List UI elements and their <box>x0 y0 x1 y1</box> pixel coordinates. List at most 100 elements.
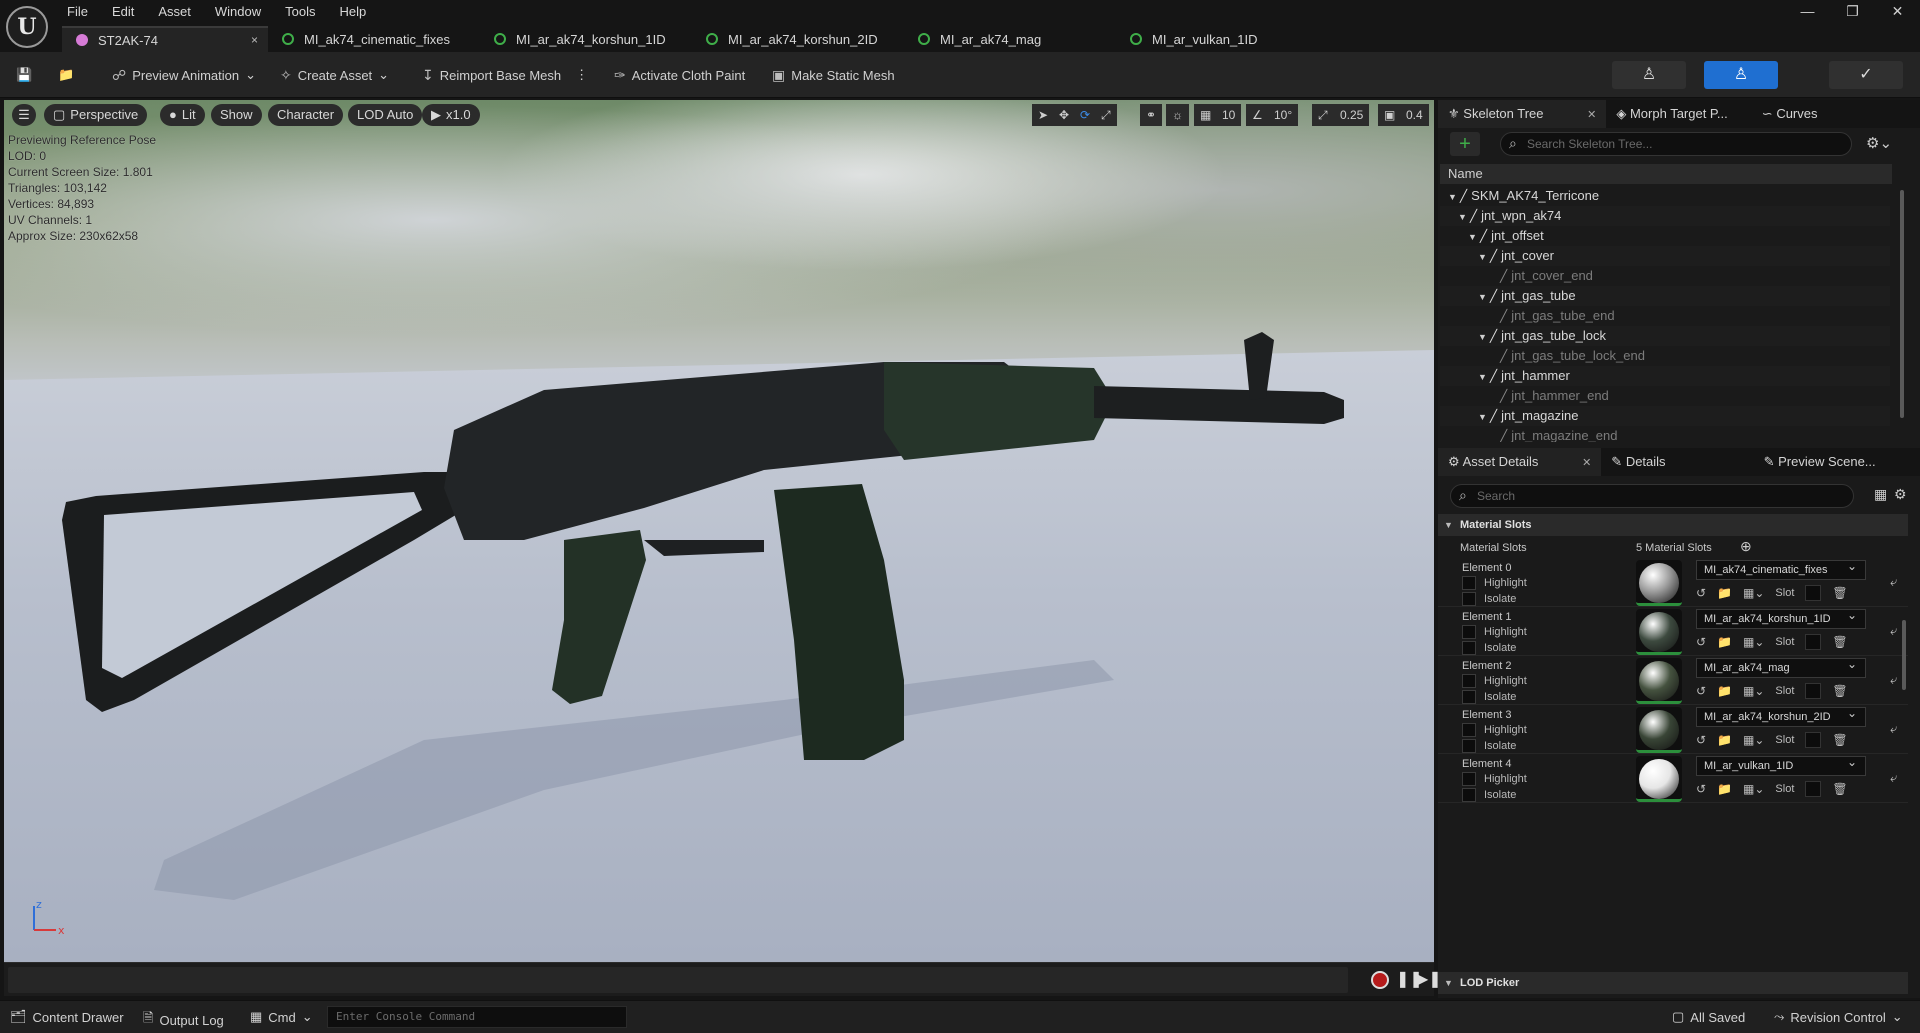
minimize-icon[interactable]: — <box>1785 0 1830 22</box>
tab-mi-ar-ak74-korshun-1id[interactable]: MI_ar_ak74_korshun_1ID <box>480 26 692 52</box>
record-icon[interactable] <box>1371 971 1389 989</box>
close-tab-icon[interactable]: ✕ <box>1587 109 1596 121</box>
isolate-checkbox[interactable] <box>1462 690 1476 704</box>
use-selected-icon[interactable]: ↺ <box>1696 684 1706 698</box>
browse-icon[interactable]: 📁 <box>1717 684 1732 698</box>
perspective-button[interactable]: ▢ Perspective <box>44 104 148 126</box>
isolate-checkbox[interactable] <box>1462 788 1476 802</box>
world-space-icon[interactable]: ⚭ <box>1140 104 1163 126</box>
tree-row[interactable]: ▼ ╱ SKM_AK74_Terricone <box>1440 186 1890 206</box>
reset-icon[interactable]: ⤶ <box>1890 672 1897 688</box>
tab-mi-ar-vulkan-1id[interactable]: MI_ar_vulkan_1ID <box>1116 26 1328 52</box>
tab-curves[interactable]: ∽ Curves <box>1752 100 1828 128</box>
delete-icon[interactable]: 🗑 <box>1832 586 1847 600</box>
close-tab-icon[interactable]: ✕ <box>1582 457 1591 469</box>
tree-row[interactable]: ╱ jnt_gas_tube_end <box>1440 306 1890 326</box>
delete-icon[interactable]: 🗑 <box>1832 782 1847 796</box>
browse-icon[interactable]: 📁 <box>1717 635 1732 649</box>
activate-cloth-paint-button[interactable]: ✑ Activate Cloth Paint <box>614 63 745 87</box>
lit-button[interactable]: ● Lit <box>160 104 205 126</box>
tree-row[interactable]: ╱ jnt_gas_tube_lock_end <box>1440 346 1890 366</box>
tree-row[interactable]: ▼ ╱ jnt_gas_tube <box>1440 286 1890 306</box>
all-saved-button[interactable]: ▢ All Saved <box>1672 1009 1745 1025</box>
expand-arrow-icon[interactable]: ▼ <box>1448 192 1457 202</box>
menu-window[interactable]: Window <box>212 2 273 22</box>
scale-snap-icon[interactable]: ⤢ <box>1312 104 1334 126</box>
highlight-checkbox[interactable] <box>1462 576 1476 590</box>
material-thumbnail[interactable] <box>1636 609 1682 655</box>
isolate-checkbox[interactable] <box>1462 592 1476 606</box>
unreal-logo-icon[interactable]: U <box>6 6 48 48</box>
isolate-checkbox[interactable] <box>1462 739 1476 753</box>
lod-picker-section[interactable]: LOD Picker <box>1438 972 1908 994</box>
reset-icon[interactable]: ⤶ <box>1890 574 1897 590</box>
texture-icon[interactable]: ▦⌄ <box>1743 782 1764 796</box>
tab-mi-ar-ak74-korshun-2id[interactable]: MI_ar_ak74_korshun_2ID <box>692 26 904 52</box>
highlight-checkbox[interactable] <box>1462 625 1476 639</box>
material-dropdown[interactable]: MI_ar_ak74_korshun_1ID <box>1696 606 1866 629</box>
menu-help[interactable]: Help <box>336 2 378 22</box>
character-button[interactable]: Character <box>268 104 344 126</box>
details-search-input[interactable]: Search <box>1450 484 1854 508</box>
close-tab-icon[interactable]: × <box>251 33 258 47</box>
console-input[interactable]: Enter Console Command <box>327 1006 627 1028</box>
delete-icon[interactable]: 🗑 <box>1832 684 1847 698</box>
highlight-checkbox[interactable] <box>1462 723 1476 737</box>
surface-snap-icon[interactable]: ☼ <box>1166 104 1189 126</box>
create-asset-button[interactable]: ✧ Create Asset ⌄ <box>280 63 389 87</box>
expand-arrow-icon[interactable]: ▼ <box>1478 332 1487 342</box>
preview-animation-button[interactable]: ☍ Preview Animation ⌄ <box>112 63 256 87</box>
tab-mi-ar-ak74-mag[interactable]: MI_ar_ak74_mag <box>904 26 1116 52</box>
slot-name-field[interactable] <box>1805 585 1822 601</box>
expand-arrow-icon[interactable]: ▼ <box>1468 232 1477 242</box>
tab-asset-details[interactable]: ⚙ Asset Details ✕ <box>1438 448 1602 476</box>
table-view-icon[interactable]: ▦ <box>1874 486 1887 503</box>
add-slot-icon[interactable]: ⊕ <box>1740 538 1752 555</box>
output-log-button[interactable]: 🗎 Output Log <box>143 1009 224 1031</box>
tab-details[interactable]: ✎ Details <box>1601 448 1675 476</box>
timeline-track[interactable] <box>8 967 1348 993</box>
slot-name-field[interactable] <box>1805 683 1822 699</box>
browse-icon[interactable]: 📁 <box>1717 782 1732 796</box>
select-tool-icon[interactable]: ➤ <box>1032 104 1055 126</box>
translate-tool-icon[interactable]: ✥ <box>1053 104 1076 126</box>
slot-name-field[interactable] <box>1805 781 1822 797</box>
settings-gear-icon[interactable]: ⚙ <box>1894 486 1907 503</box>
material-thumbnail[interactable] <box>1636 756 1682 802</box>
highlight-checkbox[interactable] <box>1462 674 1476 688</box>
texture-icon[interactable]: ▦⌄ <box>1743 635 1764 649</box>
grid-snap-icon[interactable]: ▦ <box>1194 104 1218 126</box>
menu-file[interactable]: File <box>64 2 100 22</box>
expand-arrow-icon[interactable]: ▼ <box>1478 412 1487 422</box>
expand-arrow-icon[interactable]: ▼ <box>1478 372 1487 382</box>
tree-row[interactable]: ▼ ╱ jnt_offset <box>1440 226 1890 246</box>
slot-name-field[interactable] <box>1805 634 1822 650</box>
preview-viewport[interactable]: ☰ ▢ Perspective ● Lit Show Character LOD… <box>4 100 1434 962</box>
browse-icon[interactable]: 📁 <box>1717 586 1732 600</box>
texture-icon[interactable]: ▦⌄ <box>1743 684 1764 698</box>
tree-row[interactable]: ╱ jnt_cover_end <box>1440 266 1890 286</box>
tree-header-name[interactable]: Name <box>1440 164 1892 184</box>
scale-snap-value[interactable]: 0.25 <box>1334 104 1370 126</box>
reset-icon[interactable]: ⤶ <box>1890 623 1897 639</box>
tree-row[interactable]: ▼ ╱ jnt_hammer <box>1440 366 1890 386</box>
tab-skeleton-tree[interactable]: ⚜ Skeleton Tree ✕ <box>1438 100 1607 128</box>
material-dropdown[interactable]: MI_ar_ak74_mag <box>1696 655 1866 678</box>
animation-mode-icon[interactable]: ✓ <box>1829 61 1903 89</box>
more-options-icon[interactable]: ⋮ <box>575 67 588 83</box>
tab-morph-target[interactable]: ◈ Morph Target P... <box>1606 100 1737 128</box>
playback-speed-button[interactable]: ▶ x1.0 <box>422 104 480 126</box>
tab-preview-scene[interactable]: ✎ Preview Scene... <box>1754 448 1886 476</box>
close-window-icon[interactable]: ✕ <box>1875 0 1920 22</box>
menu-edit[interactable]: Edit <box>109 2 146 22</box>
material-slots-section[interactable]: Material Slots <box>1438 514 1908 536</box>
menu-asset[interactable]: Asset <box>155 2 203 22</box>
restore-icon[interactable]: ❐ <box>1830 0 1875 22</box>
texture-icon[interactable]: ▦⌄ <box>1743 733 1764 747</box>
reset-icon[interactable]: ⤶ <box>1890 770 1897 786</box>
timeline-bar[interactable]: ❚❚ ▶❚ <box>4 962 1442 996</box>
camera-speed-icon[interactable]: ▣ <box>1378 104 1402 126</box>
material-thumbnail[interactable] <box>1636 560 1682 606</box>
cmd-button[interactable]: ▦ Cmd ⌄ <box>250 1009 313 1025</box>
skeleton-search-input[interactable]: Search Skeleton Tree... <box>1500 132 1852 156</box>
